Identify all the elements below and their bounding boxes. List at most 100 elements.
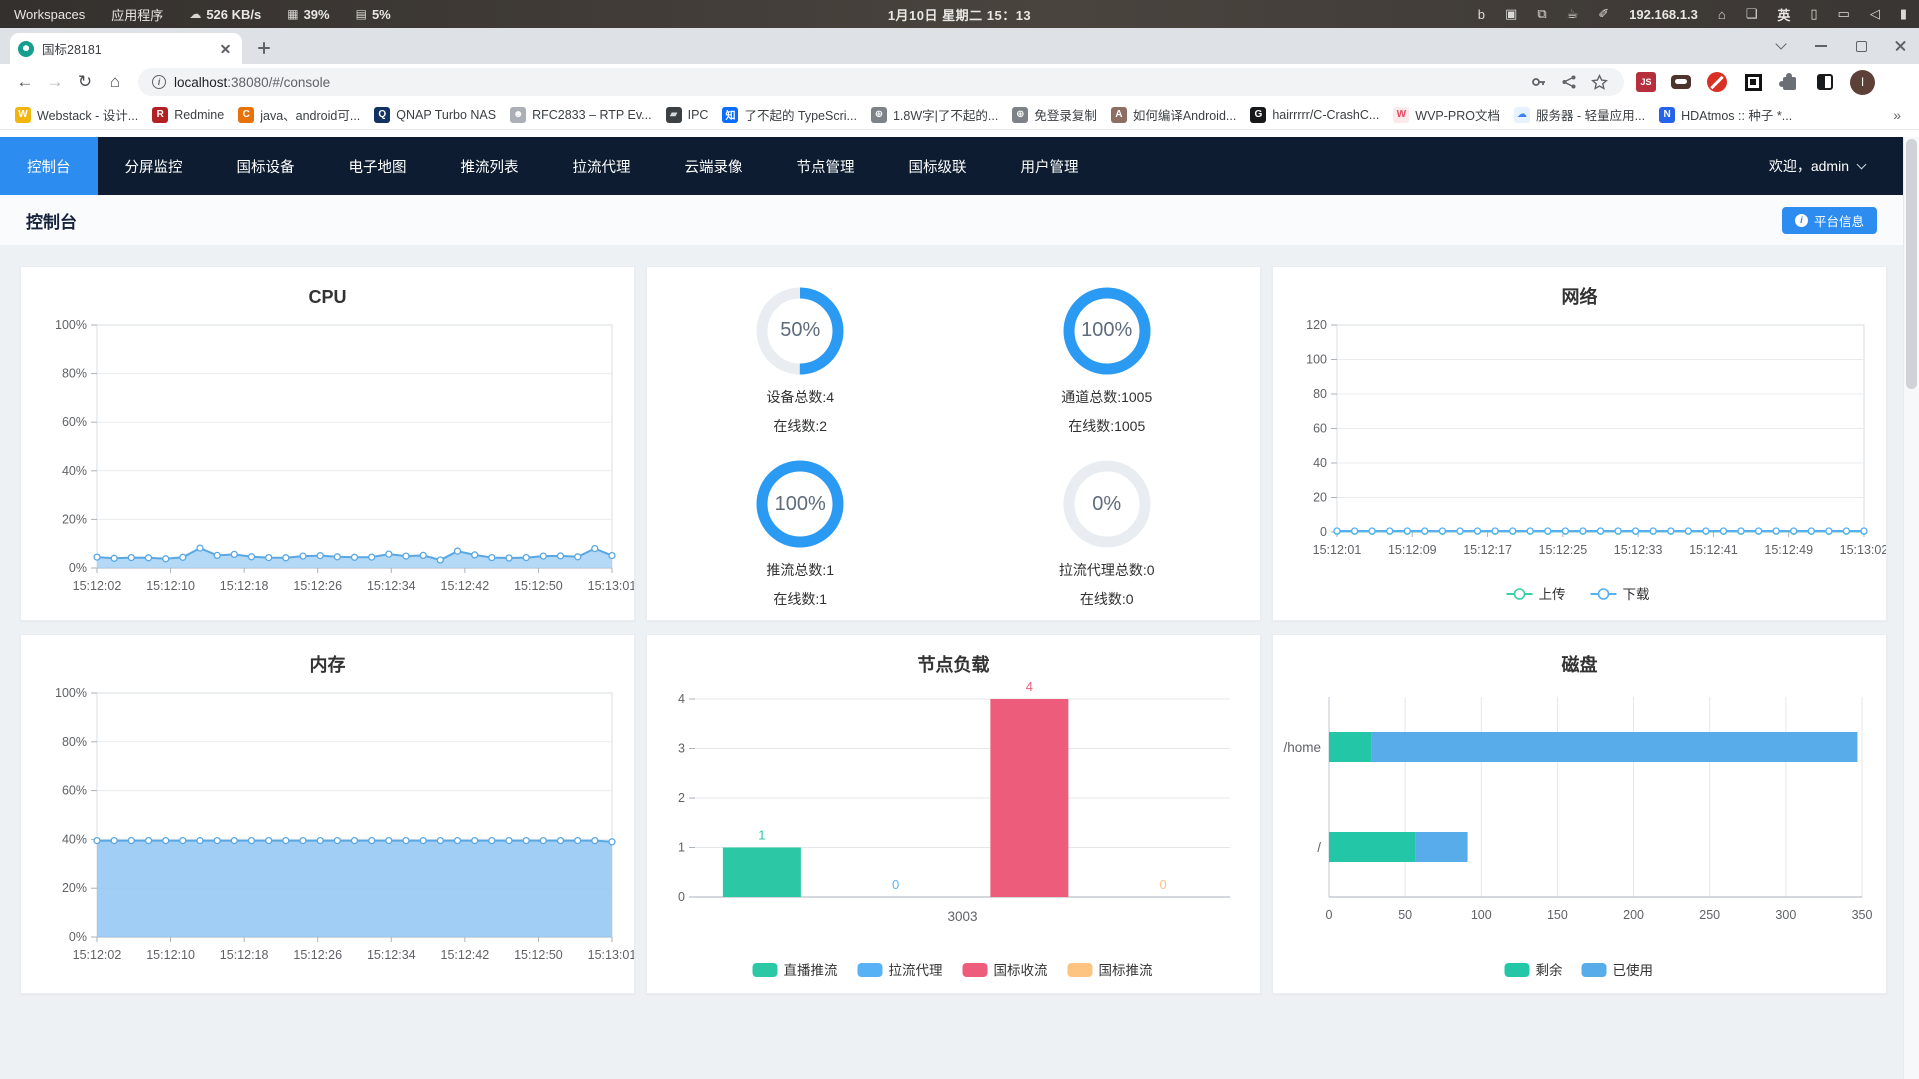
zhihu-favicon: 知 — [722, 106, 739, 123]
legend-item[interactable]: 上传 — [1506, 587, 1566, 602]
svg-text:15:12:42: 15:12:42 — [441, 579, 490, 593]
toolbar-nav-icons: ← → ↻ ⌂ — [10, 67, 130, 97]
phone-link-icon[interactable]: ▯ — [1810, 6, 1817, 22]
legend-item[interactable]: 下载 — [1590, 587, 1650, 602]
url-text[interactable]: localhost:38080/#/console — [174, 75, 330, 90]
battery-icon[interactable]: ▮ — [1900, 6, 1907, 22]
svg-text:100: 100 — [1306, 353, 1327, 367]
tab-close-icon[interactable] — [218, 41, 234, 57]
nav-item-gb-cascade[interactable]: 国标级联 — [882, 137, 994, 195]
user-menu[interactable]: 欢迎，admin — [1769, 156, 1903, 176]
nav-item-cloud-record[interactable]: 云端录像 — [658, 137, 770, 195]
incognito-mask-icon[interactable] — [1670, 71, 1692, 93]
address-bar[interactable]: i localhost:38080/#/console — [138, 68, 1624, 96]
svg-text:15:12:50: 15:12:50 — [514, 948, 563, 962]
browser-menu-kebab-icon[interactable] — [1889, 73, 1905, 91]
extensions-puzzle-icon[interactable] — [1778, 71, 1800, 93]
bookmark-item[interactable]: ⊕ 免登录复制 — [1005, 102, 1104, 127]
bookmark-item[interactable]: W Webstack - 设计... — [8, 102, 145, 127]
svg-text:0%: 0% — [69, 930, 87, 944]
workspace-switcher-icon[interactable]: ❏ — [1746, 6, 1758, 22]
clipboard-icon[interactable]: ⧉ — [1537, 6, 1546, 22]
bookmark-item[interactable]: Q QNAP Turbo NAS — [367, 104, 503, 126]
svg-text:国标推流: 国标推流 — [1099, 963, 1153, 978]
nav-item-console[interactable]: 控制台 — [0, 137, 98, 195]
nav-item-push-list[interactable]: 推流列表 — [434, 137, 546, 195]
input-method-indicator[interactable]: 英 — [1777, 5, 1790, 24]
scrollbar-thumb[interactable] — [1906, 139, 1917, 389]
github-favicon: G — [1250, 106, 1267, 123]
svg-text:/home: /home — [1283, 740, 1321, 755]
nav-item-e-map[interactable]: 电子地图 — [322, 137, 434, 195]
site-info-icon[interactable]: i — [152, 75, 166, 89]
legend-item[interactable]: 国标推流 — [1067, 963, 1153, 978]
bookmark-item[interactable]: ⊕ 1.8W字|了不起的... — [864, 102, 1005, 127]
js-extension-icon[interactable]: JS — [1636, 72, 1656, 92]
close-button[interactable] — [1893, 38, 1909, 54]
volume-icon[interactable]: ◁ — [1870, 6, 1880, 22]
svg-text:3: 3 — [678, 742, 685, 756]
bookmark-item[interactable]: ☻ RFC2833 – RTP Ev... — [503, 104, 659, 126]
platform-info-label: 平台信息 — [1813, 214, 1864, 229]
nav-item-user-manage[interactable]: 用户管理 — [994, 137, 1106, 195]
platform-info-button[interactable]: i 平台信息 — [1781, 206, 1877, 234]
svg-text:15:12:41: 15:12:41 — [1689, 543, 1738, 557]
new-tab-button[interactable] — [250, 34, 278, 62]
page-scrollbar[interactable] — [1903, 137, 1919, 1079]
workspaces-menu[interactable]: Workspaces — [14, 7, 85, 22]
legend-item[interactable]: 拉流代理 — [857, 963, 943, 978]
color-picker-icon[interactable]: ✐ — [1598, 6, 1609, 22]
forward-icon[interactable]: → — [40, 67, 70, 97]
screenshot-tool-icon[interactable]: ▣ — [1505, 6, 1517, 22]
nav-item-pull-proxy[interactable]: 拉流代理 — [546, 137, 658, 195]
svg-text:1: 1 — [678, 841, 685, 855]
nav-item-gb-device[interactable]: 国标设备 — [210, 137, 322, 195]
profile-avatar[interactable]: I — [1850, 69, 1875, 95]
svg-text:15:12:42: 15:12:42 — [441, 948, 490, 962]
bookmark-item[interactable]: A 如何编译Android... — [1104, 102, 1244, 127]
browser-tab[interactable]: 国标28181 — [10, 33, 242, 64]
bookmarks-overflow-icon[interactable]: » — [1883, 107, 1911, 123]
bookmark-item[interactable]: ▰ IPC — [659, 104, 716, 126]
applications-menu[interactable]: 应用程序 — [111, 5, 163, 24]
back-icon[interactable]: ← — [10, 67, 40, 97]
adblock-icon[interactable] — [1706, 71, 1728, 93]
home-icon[interactable]: ⌂ — [1718, 7, 1726, 22]
bing-icon[interactable]: b — [1478, 7, 1485, 22]
bookmark-label: 服务器 - 轻量应用... — [1536, 109, 1646, 123]
browser-home-icon[interactable]: ⌂ — [100, 67, 130, 97]
bookmark-item[interactable]: ☁ 服务器 - 轻量应用... — [1507, 102, 1652, 127]
restore-button[interactable] — [1853, 38, 1869, 54]
svg-text:50: 50 — [1398, 908, 1412, 922]
bookmark-item[interactable]: Cjava、android可... — [231, 102, 367, 127]
password-key-icon[interactable] — [1528, 71, 1550, 93]
share-icon[interactable] — [1558, 71, 1580, 93]
bookmark-item[interactable]: Ghairrrrr/C-CrashC... — [1243, 104, 1386, 126]
legend-item[interactable]: 剩余 — [1504, 962, 1564, 978]
bookmark-star-icon[interactable] — [1588, 71, 1610, 93]
svg-text:20%: 20% — [62, 512, 87, 526]
tab-search-chevron-icon[interactable] — [1773, 38, 1789, 54]
ip-address-indicator[interactable]: 192.168.1.3 — [1629, 7, 1698, 22]
minimize-button[interactable] — [1813, 38, 1829, 54]
nav-item-node-manage[interactable]: 节点管理 — [770, 137, 882, 195]
legend-item[interactable]: 直播推流 — [752, 963, 838, 978]
frame-capture-icon[interactable] — [1742, 71, 1764, 93]
reload-icon[interactable]: ↻ — [70, 67, 100, 97]
legend-item[interactable]: 国标收流 — [962, 963, 1048, 978]
network-rate: ☁ 526 KB/s — [189, 7, 261, 22]
bookmark-item[interactable]: R Redmine — [145, 104, 231, 126]
ring-label-online: 在线数:0 — [1079, 591, 1134, 608]
rfc-favicon: ☻ — [510, 106, 527, 123]
svg-text:20%: 20% — [62, 881, 87, 895]
side-panel-icon[interactable] — [1814, 71, 1836, 93]
nav-item-split-monitor[interactable]: 分屏监控 — [98, 137, 210, 195]
display-icon[interactable]: ▭ — [1838, 6, 1850, 22]
bookmark-item[interactable]: W WVP-PRO文档 — [1386, 102, 1507, 127]
clock[interactable]: 1月10日 星期二 15：13 — [888, 5, 1031, 24]
stat-ring: 0% 拉流代理总数:0 在线数:0 — [954, 447, 1261, 621]
caffeine-icon[interactable]: ☕ — [1567, 6, 1579, 22]
bookmark-item[interactable]: N HDAtmos :: 种子 *... — [1652, 102, 1799, 127]
bookmark-item[interactable]: 知了不起的 TypeScri... — [715, 102, 864, 127]
legend-item[interactable]: 已使用 — [1581, 962, 1654, 978]
